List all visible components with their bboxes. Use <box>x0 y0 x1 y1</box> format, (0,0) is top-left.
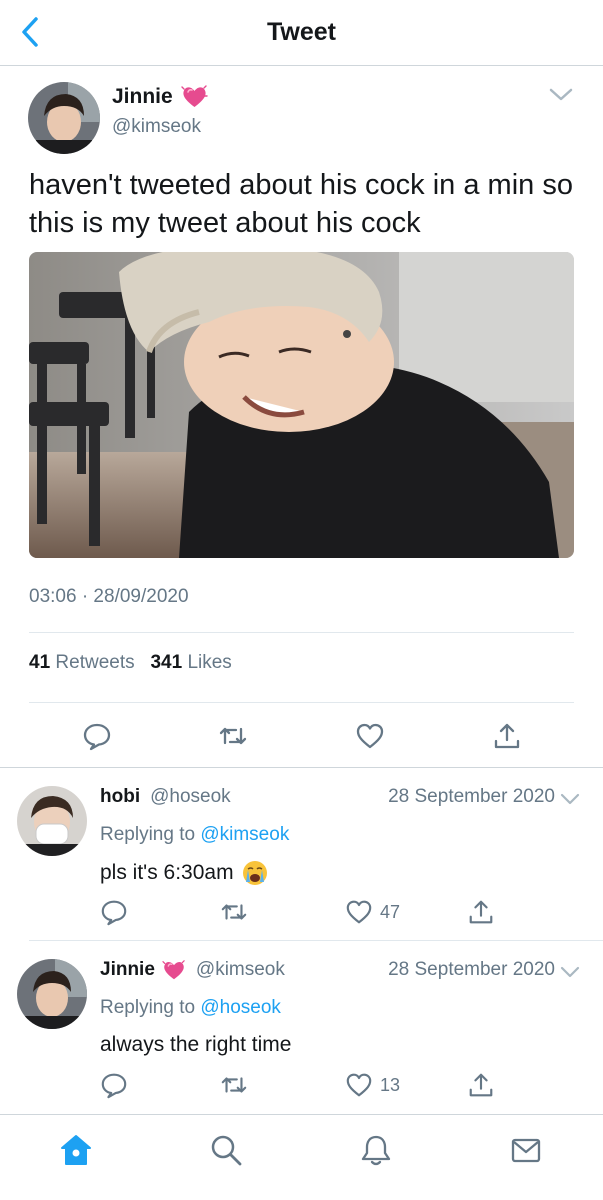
reply-actions: 13 <box>0 1069 603 1103</box>
reply-author-name[interactable]: hobi <box>100 786 140 808</box>
reply-author-handle[interactable]: @kimseok <box>196 959 285 981</box>
retweet-icon[interactable] <box>220 898 248 926</box>
tweet-stats: 41 Retweets 341 Likes <box>29 652 232 674</box>
like-icon[interactable] <box>355 721 385 751</box>
reply-actions: 47 <box>0 896 603 930</box>
reply-author-handle[interactable]: @hoseok <box>150 786 231 808</box>
pink-heart-emoji-icon <box>180 85 208 107</box>
reply-like-count: 47 <box>380 902 401 922</box>
chevron-down-icon[interactable] <box>559 791 581 807</box>
tweet-timestamp[interactable]: 03:06 · 28/09/2020 <box>29 586 189 608</box>
chevron-down-icon[interactable] <box>559 964 581 980</box>
avatar[interactable] <box>17 786 87 856</box>
crying-face-emoji-icon <box>242 861 267 885</box>
bottom-tab-bar <box>0 1114 603 1200</box>
divider <box>29 632 574 633</box>
replying-prefix: Replying to <box>100 997 196 1018</box>
notifications-icon[interactable] <box>359 1133 393 1167</box>
avatar[interactable] <box>17 959 87 1029</box>
reply-author-name[interactable]: Jinnie <box>100 959 155 981</box>
replying-to: Replying to @hoseok <box>100 997 281 1019</box>
reply-tweet[interactable]: hobi @hoseok 28 September 2020 Replying … <box>0 768 603 940</box>
author-name[interactable]: Jinnie <box>112 85 173 109</box>
replying-prefix: Replying to <box>100 824 196 845</box>
tweet-text: haven't tweeted about his cock in a min … <box>29 169 573 239</box>
reply-text: always the right time <box>100 1033 292 1056</box>
like-label[interactable]: Likes <box>187 652 231 673</box>
like-icon[interactable] <box>345 898 373 926</box>
reply-icon[interactable] <box>82 721 112 751</box>
reply-date[interactable]: 28 September 2020 <box>388 959 555 981</box>
share-icon[interactable] <box>467 1071 495 1099</box>
replying-to-link[interactable]: @kimseok <box>200 824 289 845</box>
divider <box>29 702 574 703</box>
reply-icon[interactable] <box>100 1071 128 1099</box>
reply-icon[interactable] <box>100 898 128 926</box>
like-count[interactable]: 341 <box>150 652 182 673</box>
messages-icon[interactable] <box>509 1133 543 1167</box>
top-bar: Tweet <box>0 0 603 66</box>
search-icon[interactable] <box>209 1133 243 1167</box>
replying-to: Replying to @kimseok <box>100 824 289 846</box>
reply-like-count: 13 <box>380 1075 401 1095</box>
retweet-icon[interactable] <box>218 721 248 751</box>
share-icon[interactable] <box>467 898 495 926</box>
retweet-label[interactable]: Retweets <box>55 652 134 673</box>
tweet-photo[interactable] <box>29 252 574 558</box>
like-icon[interactable] <box>345 1071 373 1099</box>
reply-date[interactable]: 28 September 2020 <box>388 786 555 808</box>
reply-text: pls it's 6:30am <box>100 861 234 884</box>
reply-tweet[interactable]: Jinnie @kimseok 28 September 2020 Replyi… <box>0 941 603 1113</box>
replying-to-link[interactable]: @hoseok <box>200 997 281 1018</box>
home-icon[interactable] <box>59 1133 93 1167</box>
retweet-count[interactable]: 41 <box>29 652 50 673</box>
pink-heart-emoji-icon <box>162 960 185 980</box>
chevron-down-icon[interactable] <box>547 84 575 104</box>
avatar[interactable] <box>28 82 100 154</box>
share-icon[interactable] <box>492 721 522 751</box>
author-handle[interactable]: @kimseok <box>112 116 201 138</box>
retweet-icon[interactable] <box>220 1071 248 1099</box>
page-title: Tweet <box>267 18 336 46</box>
